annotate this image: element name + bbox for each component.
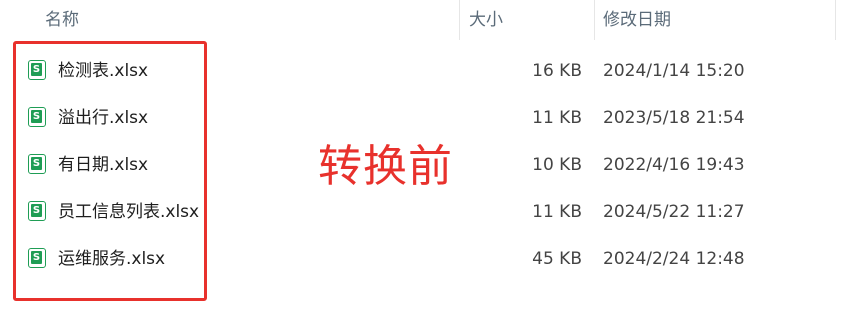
column-divider[interactable] <box>835 0 836 40</box>
column-header-modified[interactable]: 修改日期 <box>595 0 835 40</box>
column-header-bar: 名称 大小 修改日期 <box>0 0 843 40</box>
highlight-box <box>13 41 207 301</box>
file-modified-date: 2024/1/14 15:20 <box>603 61 745 81</box>
column-divider[interactable] <box>459 0 460 40</box>
file-size: 11 KB <box>532 202 582 222</box>
file-size: 10 KB <box>532 155 582 175</box>
file-size: 11 KB <box>532 108 582 128</box>
file-modified-date: 2024/5/22 11:27 <box>603 202 745 222</box>
annotation-label: 转换前 <box>318 141 453 192</box>
column-header-name[interactable]: 名称 <box>37 0 457 40</box>
file-modified-date: 2024/2/24 12:48 <box>603 249 745 269</box>
file-explorer: 名称 大小 修改日期 S 检测表.xlsx 16 KB 2024/1/14 15… <box>0 0 843 331</box>
file-size: 45 KB <box>532 249 582 269</box>
file-modified-date: 2022/4/16 19:43 <box>603 155 745 175</box>
file-size: 16 KB <box>532 61 582 81</box>
column-header-size[interactable]: 大小 <box>461 0 595 40</box>
file-modified-date: 2023/5/18 21:54 <box>603 108 745 128</box>
